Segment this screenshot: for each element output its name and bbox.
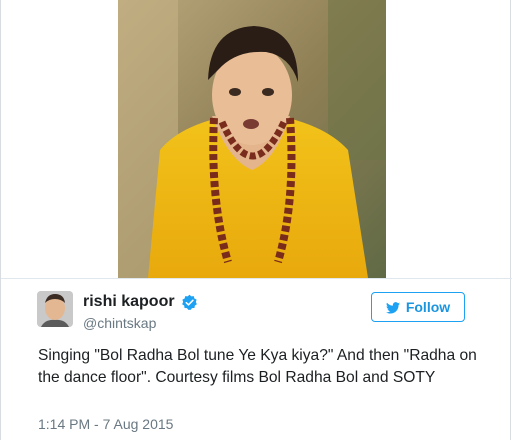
tweet-timestamp[interactable]: 1:14 PM - 7 Aug 2015 <box>38 416 173 432</box>
author-name-row[interactable]: rishi kapoor <box>83 292 198 312</box>
man-singing-photo <box>118 0 386 278</box>
twitter-bird-icon <box>385 301 400 314</box>
follow-button-label: Follow <box>405 299 451 315</box>
verified-badge-icon <box>181 294 198 311</box>
media-divider <box>1 278 512 279</box>
user-avatar[interactable] <box>37 291 73 327</box>
embedded-tweet-card: rishi kapoor @chintskap Follow Singing "… <box>0 0 512 440</box>
author-handle[interactable]: @chintskap <box>83 315 156 331</box>
author-display-name[interactable]: rishi kapoor <box>83 293 175 311</box>
tweet-text: Singing "Bol Radha Bol tune Ye Kya kiya?… <box>38 347 477 386</box>
tweet-media-image[interactable] <box>118 0 386 278</box>
follow-button[interactable]: Follow <box>371 292 465 322</box>
